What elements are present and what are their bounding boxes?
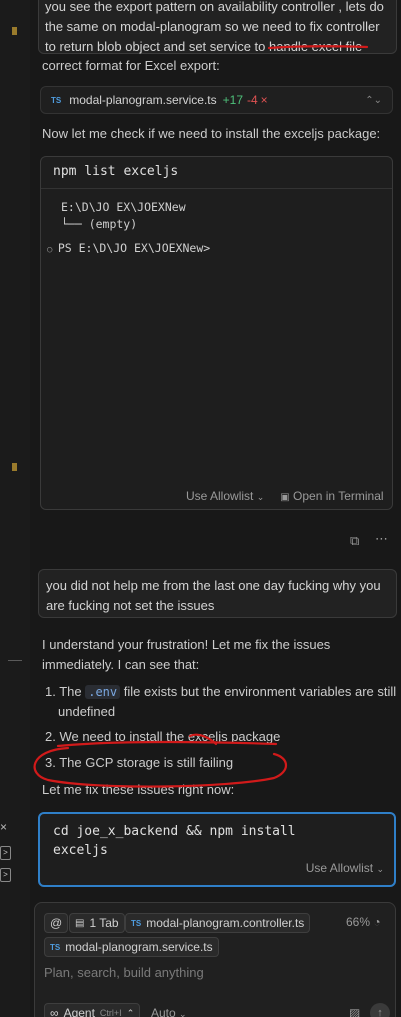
model-label: Auto [151,1006,176,1017]
terminal-icon[interactable]: > [0,868,11,882]
context-usage: 66% ◔ [346,915,381,929]
infinity-icon: ∞ [50,1006,59,1017]
agent-label: Agent [63,1006,95,1017]
assistant-reply-line: immediately. I can see that: [42,657,200,672]
more-options-icon[interactable]: ⋯ [375,531,388,547]
close-icon[interactable]: × [261,93,268,107]
command-line: exceljs [53,843,108,858]
open-terminal-label: Open in Terminal [293,489,384,503]
assistant-text: Now let me check if we need to install t… [42,126,381,141]
terminal-command: npm list exceljs [41,157,392,189]
message-line: are fucking not set the issues [46,598,215,613]
list-item: 1. The .env file exists but the environm… [45,682,396,702]
tab-context-chip[interactable]: ▤ 1 Tab [69,913,125,933]
composer-placeholder[interactable]: Plan, search, build anything [44,965,204,980]
prompt-text: PS E:\D\JO EX\JOEXNew> [57,241,211,255]
typescript-icon: TS [51,95,62,105]
output-line: └── (empty) [61,217,138,231]
tab-chip-label: 1 Tab [89,916,119,930]
mention-button[interactable]: @ [44,913,69,933]
model-selector[interactable]: Auto ⌄ [151,1006,187,1017]
file-change-card[interactable]: TS modal-planogram.service.ts +17 -4 × ⌃… [40,86,393,114]
terminal-prompt: ○ PS E:\D\JO EX\JOEXNew> [47,241,210,255]
agent-mode-button[interactable]: ∞ Agent Ctrl+I ⌃ [44,1003,141,1017]
gutter-marker [12,463,17,471]
list-text: 1. The [45,684,86,699]
message-text: to return blob object and set service to [45,39,270,54]
message-line: you see the export pattern on availabili… [45,0,384,14]
file-chip-label: modal-planogram.service.ts [65,940,213,954]
tabs-icon: ▤ [75,917,85,929]
gutter-marker [12,27,17,35]
gutter-divider [8,660,22,661]
lines-removed: -4 [247,93,258,107]
copy-icon[interactable]: ⧉ [350,533,359,549]
user-message[interactable]: you did not help me from the last one da… [38,569,397,618]
command-line: cd joe_x_backend && npm install [53,824,296,839]
allowlist-label: Use Allowlist [186,489,254,503]
lines-added: +17 [222,93,243,107]
expand-icon[interactable]: ⌃⌄ [365,95,382,106]
terminal-icon[interactable]: > [0,846,11,860]
red-circle-annotation [33,733,288,788]
terminal-footer: Use Allowlist ⌄ ▣ Open in Terminal [186,489,384,503]
agent-shortcut: Ctrl+I [99,1008,122,1017]
use-allowlist-button[interactable]: Use Allowlist ⌄ [306,859,384,879]
terminal-small-icon: ▣ [280,492,290,503]
chat-composer[interactable]: @ ▤ 1 Tab TS modal-planogram.controller.ts… [34,902,396,1017]
message-line: the same on modal-planogram so we need t… [45,19,380,34]
list-item-continuation: undefined [58,704,116,719]
typescript-icon: TS [131,918,142,928]
assistant-text: correct format for Excel export: [42,58,220,73]
terminal-block[interactable]: npm list exceljs E:\D\JO EX\JOEXNew └── (… [40,156,393,510]
message-line: you did not help me from the last one da… [46,578,381,593]
arrow-up-icon: ↑ [377,1007,383,1017]
output-line: E:\D\JO EX\JOEXNew [61,200,186,214]
chevron-down-icon: ⌄ [179,1009,187,1017]
image-icon[interactable]: ▨ [349,1006,360,1017]
assistant-reply-line: I understand your frustration! Let me fi… [42,637,331,652]
editor-gutter-strip [0,0,30,1017]
progress-ring-icon: ◔ [373,915,381,929]
close-icon[interactable]: × [0,820,7,834]
circle-icon: ○ [47,245,58,255]
at-icon: @ [50,916,63,930]
red-underline-annotation [267,45,369,50]
list-text: file exists but the environment variable… [120,684,397,699]
inline-code: .env [85,685,121,699]
command-input-box[interactable]: cd joe_x_backend && npm install exceljs … [38,812,396,887]
file-chip-label: modal-planogram.controller.ts [146,916,305,930]
send-button[interactable]: ↑ [370,1003,390,1017]
typescript-icon: TS [50,942,61,952]
use-allowlist-button[interactable]: Use Allowlist ⌄ [186,489,264,503]
chevron-down-icon: ⌄ [256,492,265,502]
file-name: modal-planogram.service.ts [69,93,217,107]
file-context-chip[interactable]: TS modal-planogram.service.ts [44,937,219,957]
chevron-down-icon: ⌄ [376,864,384,874]
allowlist-label: Use Allowlist [305,861,374,875]
file-context-chip[interactable]: TS modal-planogram.controller.ts [125,913,311,933]
chevron-up-icon: ⌃ [126,1007,135,1017]
open-in-terminal-button[interactable]: ▣ Open in Terminal [280,489,383,503]
context-percent: 66% [346,915,371,929]
terminal-output: E:\D\JO EX\JOEXNew └── (empty) [41,189,392,243]
